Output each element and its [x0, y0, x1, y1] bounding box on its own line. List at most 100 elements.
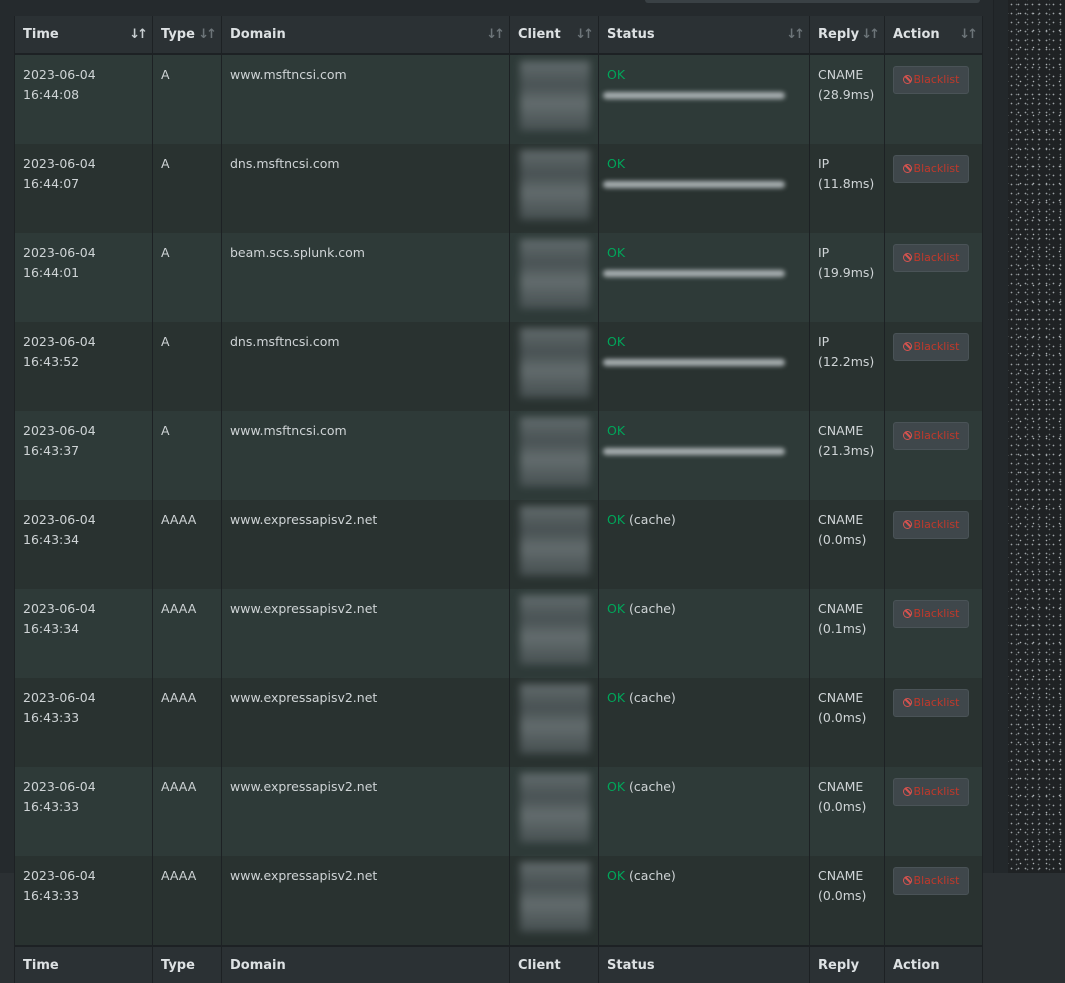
cell-client: [509, 589, 599, 678]
status-ok: OK: [607, 690, 626, 705]
reply-type: CNAME: [818, 868, 864, 883]
ban-icon: [902, 876, 912, 885]
cell-domain: www.expressapisv2.net: [221, 678, 510, 767]
redacted-status-detail: [603, 181, 785, 188]
cell-domain: dns.msftncsi.com: [221, 322, 510, 411]
cell-time: 2023-06-04 16:44:08: [14, 54, 153, 144]
column-header-status[interactable]: Status ↓↑: [598, 16, 810, 55]
blacklist-button[interactable]: Blacklist: [893, 66, 969, 94]
cell-domain: www.msftncsi.com: [221, 54, 510, 144]
cell-type: A: [152, 233, 222, 322]
table-row: 2023-06-04 16:44:01 A beam.scs.splunk.co…: [14, 233, 983, 322]
reply-time: (0.1ms): [818, 621, 867, 636]
status-ok: OK: [607, 512, 626, 527]
reply-time: (12.2ms): [818, 354, 875, 369]
ban-icon: [902, 75, 912, 84]
reply-type: CNAME: [818, 601, 864, 616]
blacklist-label: Blacklist: [913, 429, 960, 442]
background-noise: [1008, 0, 1065, 873]
cell-action: Blacklist: [884, 856, 983, 946]
sort-icon[interactable]: ↓↑: [198, 27, 217, 42]
blacklist-label: Blacklist: [913, 73, 960, 86]
sort-icon[interactable]: ↓↑: [575, 27, 594, 42]
cell-type: A: [152, 411, 222, 500]
cell-time: 2023-06-04 16:43:33: [14, 767, 153, 856]
column-header-time[interactable]: Time ↓↑: [14, 16, 153, 55]
status-ok: OK: [607, 779, 626, 794]
blacklist-label: Blacklist: [913, 696, 960, 709]
column-label: Status: [607, 27, 655, 42]
cell-type: AAAA: [152, 500, 222, 589]
reply-time: (21.3ms): [818, 443, 875, 458]
cell-status: OK (cache): [598, 589, 810, 678]
query-log-table: Time ↓↑ Type ↓↑ Domain ↓↑ Client ↓↑ Status ↓↑…: [14, 16, 983, 983]
blacklist-button[interactable]: Blacklist: [893, 867, 969, 895]
blacklist-button[interactable]: Blacklist: [893, 600, 969, 628]
column-header-domain[interactable]: Domain ↓↑: [221, 16, 510, 55]
status-cache: (cache): [629, 601, 676, 616]
cell-status: OK (cache): [598, 856, 810, 946]
cell-client: [509, 233, 599, 322]
redacted-client: [520, 773, 590, 843]
reply-type: CNAME: [818, 779, 864, 794]
column-header-type[interactable]: Type ↓↑: [152, 16, 222, 55]
scrollbar[interactable]: [993, 0, 1008, 873]
ban-icon: [902, 698, 912, 707]
column-header-action[interactable]: Action ↓↑: [884, 16, 983, 55]
blacklist-button[interactable]: Blacklist: [893, 778, 969, 806]
ban-icon: [902, 431, 912, 440]
status-ok: OK: [607, 334, 626, 349]
cell-domain: www.expressapisv2.net: [221, 767, 510, 856]
reply-type: CNAME: [818, 512, 864, 527]
footer-domain: Domain: [221, 945, 510, 983]
cell-client: [509, 54, 599, 144]
sort-icon[interactable]: ↓↑: [861, 27, 880, 42]
blacklist-label: Blacklist: [913, 518, 960, 531]
cell-reply: CNAME (0.0ms): [809, 678, 885, 767]
column-header-client[interactable]: Client ↓↑: [509, 16, 599, 55]
ban-icon: [902, 787, 912, 796]
ban-icon: [902, 520, 912, 529]
column-header-reply[interactable]: Reply ↓↑: [809, 16, 885, 55]
redacted-client: [520, 239, 590, 309]
blacklist-button[interactable]: Blacklist: [893, 333, 969, 361]
ban-icon: [902, 609, 912, 618]
cell-client: [509, 411, 599, 500]
blacklist-button[interactable]: Blacklist: [893, 155, 969, 183]
sort-icon[interactable]: ↓↑: [959, 27, 978, 42]
blacklist-button[interactable]: Blacklist: [893, 689, 969, 717]
sort-icon[interactable]: ↓↑: [486, 27, 505, 42]
sort-icon[interactable]: ↓↑: [786, 27, 805, 42]
ban-icon: [902, 164, 912, 173]
footer-row: Time Type Domain Client Status Reply Act…: [14, 945, 983, 983]
blacklist-button[interactable]: Blacklist: [893, 511, 969, 539]
cell-domain: beam.scs.splunk.com: [221, 233, 510, 322]
reply-type: IP: [818, 334, 830, 349]
reply-time: (0.0ms): [818, 799, 867, 814]
blacklist-button[interactable]: Blacklist: [893, 422, 969, 450]
blacklist-button[interactable]: Blacklist: [893, 244, 969, 272]
cell-domain: www.expressapisv2.net: [221, 500, 510, 589]
column-label: Reply: [818, 27, 860, 42]
reply-type: IP: [818, 156, 830, 171]
footer-status: Status: [598, 945, 810, 983]
cell-reply: CNAME (21.3ms): [809, 411, 885, 500]
column-label: Type: [161, 27, 195, 42]
table-row: 2023-06-04 16:44:08 A www.msftncsi.com O…: [14, 54, 983, 144]
reply-type: IP: [818, 245, 830, 260]
cell-action: Blacklist: [884, 322, 983, 411]
reply-time: (0.0ms): [818, 888, 867, 903]
footer-client: Client: [509, 945, 599, 983]
redacted-status-detail: [603, 448, 785, 455]
table-body: 2023-06-04 16:44:08 A www.msftncsi.com O…: [14, 54, 983, 946]
sort-desc-icon[interactable]: ↓↑: [129, 27, 148, 42]
redacted-client: [520, 684, 590, 754]
cell-client: [509, 500, 599, 589]
reply-time: (28.9ms): [818, 87, 875, 102]
cell-status: OK: [598, 233, 810, 322]
cell-type: A: [152, 144, 222, 233]
blacklist-label: Blacklist: [913, 874, 960, 887]
redacted-client: [520, 150, 590, 220]
table-row: 2023-06-04 16:43:33 AAAA www.expressapis…: [14, 856, 983, 946]
redacted-client: [520, 61, 590, 131]
